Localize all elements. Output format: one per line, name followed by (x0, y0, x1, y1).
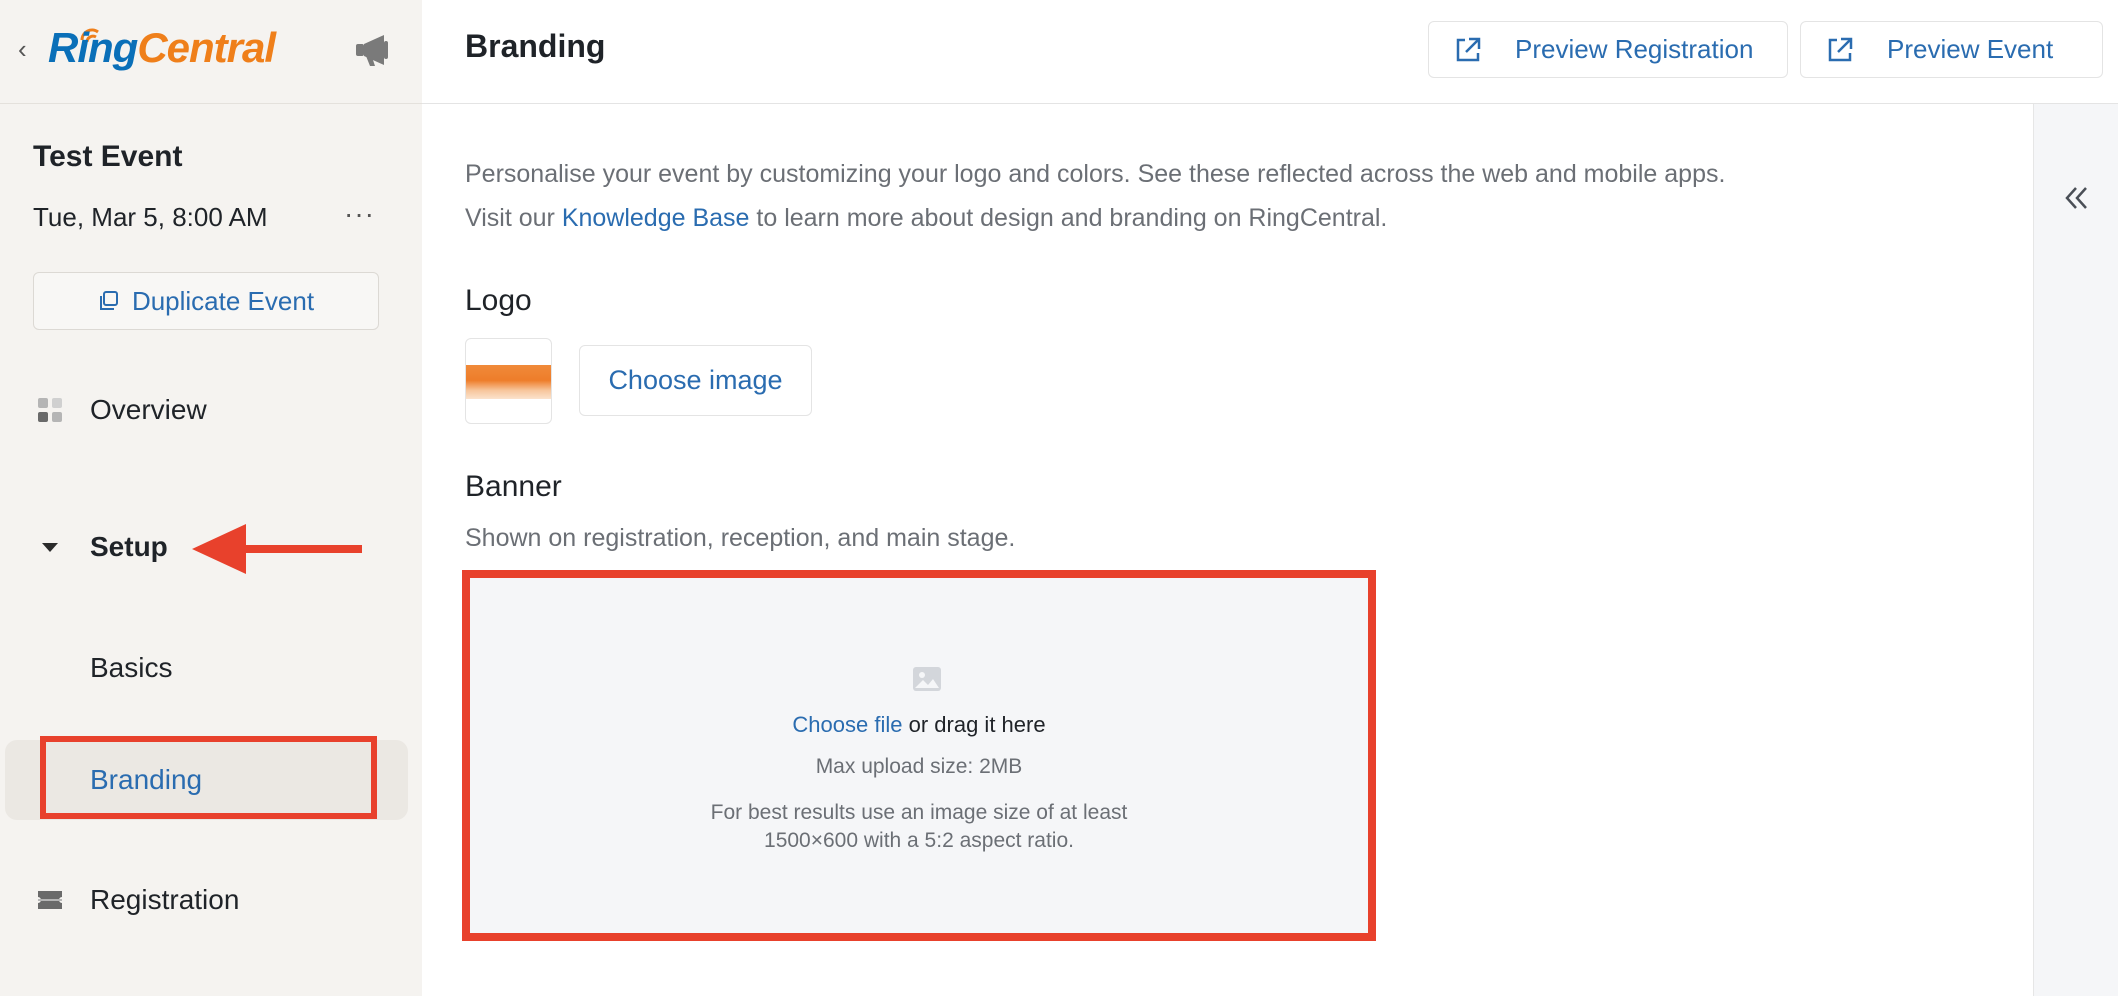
best-results-hint: For best results use an image size of at… (463, 799, 1375, 855)
back-chevron-icon[interactable]: ‹ (18, 36, 38, 62)
right-panel (2033, 104, 2118, 996)
preview-registration-button[interactable]: Preview Registration (1428, 21, 1788, 78)
intro-visit-text: Visit our (465, 204, 562, 232)
dropzone-instruction: Choose file or drag it here (463, 712, 1375, 738)
logo-preview-image (466, 365, 551, 399)
knowledge-base-link[interactable]: Knowledge Base (562, 204, 750, 232)
external-link-icon (1456, 37, 1481, 61)
intro-text: Personalise your event by customizing yo… (465, 152, 1965, 240)
logo-ring-text: Ring (48, 24, 138, 71)
more-options-icon[interactable]: ··· (344, 198, 375, 230)
sidebar-item-label: Overview (90, 394, 207, 425)
sidebar-item-overview[interactable]: Overview (0, 380, 422, 440)
banner-section-title: Banner (465, 470, 562, 503)
branding-content: Personalise your event by customizing yo… (422, 104, 2033, 996)
external-link-icon (1828, 37, 1853, 61)
logo-section-title: Logo (465, 284, 532, 317)
choose-file-link[interactable]: Choose file (792, 712, 902, 737)
sidebar-item-basics[interactable]: Basics (0, 638, 422, 698)
best-results-line-1: For best results use an image size of at… (710, 801, 1128, 824)
event-date: Tue, Mar 5, 8:00 AM (33, 202, 268, 232)
sidebar-item-label: Registration (90, 884, 240, 915)
intro-rest-text: to learn more about design and branding … (749, 204, 1388, 232)
ticket-icon (38, 891, 62, 909)
best-results-line-2: 1500×600 with a 5:2 aspect ratio. (764, 829, 1074, 852)
sidebar: ‹ RingCentral Test Event Tue, Mar 5, 8:0… (0, 0, 422, 996)
banner-subtitle: Shown on registration, reception, and ma… (465, 524, 1016, 552)
logo-central-text: Central (137, 24, 276, 71)
preview-registration-label: Preview Registration (1515, 34, 1754, 64)
logo-thumbnail (465, 338, 552, 424)
intro-line-1: Personalise your event by customizing yo… (465, 160, 1726, 188)
sidebar-item-label: Basics (90, 652, 173, 683)
max-upload-size: Max upload size: 2MB (815, 755, 1023, 778)
duplicate-event-button[interactable]: Duplicate Event (33, 272, 379, 330)
grid-icon (38, 398, 62, 422)
double-chevron-left-icon[interactable] (2058, 180, 2094, 216)
top-header: Branding Preview Registration Preview Ev… (422, 0, 2118, 104)
duplicate-event-label: Duplicate Event (131, 285, 315, 316)
page-title: Branding (465, 28, 606, 64)
megaphone-icon[interactable] (354, 30, 400, 70)
caret-down-icon (42, 543, 58, 552)
intro-line-2: Visit our Knowledge Base to learn more a… (465, 196, 1965, 240)
preview-event-button[interactable]: Preview Event (1800, 21, 2103, 78)
image-icon (913, 667, 941, 691)
choose-image-button[interactable]: Choose image (579, 345, 812, 416)
annotation-arrow (192, 524, 362, 574)
annotation-highlight-branding (40, 736, 377, 819)
preview-event-label: Preview Event (1887, 34, 2054, 64)
event-title: Test Event (33, 140, 183, 173)
sidebar-header: ‹ RingCentral (0, 0, 422, 104)
ringcentral-logo[interactable]: RingCentral (48, 22, 276, 74)
sidebar-item-label: Setup (90, 531, 168, 562)
drag-text: or drag it here (902, 712, 1046, 737)
duplicate-icon (99, 291, 118, 310)
sidebar-item-registration[interactable]: Registration (0, 870, 422, 930)
